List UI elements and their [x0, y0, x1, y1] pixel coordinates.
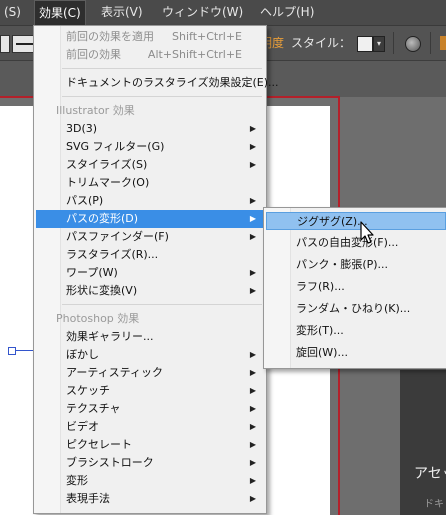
submenu-arrow-icon: ▶ [249, 214, 256, 223]
submenu-arrow-icon: ▶ [249, 124, 256, 133]
menu-item-effect-gallery[interactable]: 効果ギャラリー... [36, 328, 264, 346]
menu-item-pathfinder[interactable]: パスファインダー(F) ▶ [36, 228, 264, 246]
submenu-arrow-icon: ▶ [249, 232, 256, 241]
submenu-arrow-icon: ▶ [249, 458, 256, 467]
align-icon[interactable] [440, 36, 446, 50]
submenu-item-tweak[interactable]: ランダム・ひねり(K)... [266, 300, 446, 318]
menu-item-artistic[interactable]: アーティスティック ▶ [36, 364, 264, 382]
divider [430, 32, 431, 54]
submenu-item-free-distort[interactable]: パスの自由変形(F)... [266, 234, 446, 252]
panel-title: アセッ [414, 466, 446, 482]
menu-item-svg-filter[interactable]: SVG フィルター(G) ▶ [36, 138, 264, 156]
menu-section-header-photoshop: Photoshop 効果 [56, 312, 140, 325]
menu-item-last-effect[interactable]: 前回の効果 Alt+Shift+Ctrl+E [36, 46, 264, 64]
submenu-item-roughen[interactable]: ラフ(R)... [266, 278, 446, 296]
menu-select[interactable]: (S) [0, 0, 25, 25]
menubar: (S) 効果(C) 表示(V) ウィンドウ(W) ヘルプ(H) [0, 0, 446, 26]
menu-effect[interactable]: 効果(C) [34, 0, 86, 25]
menu-section-header-illustrator: Illustrator 効果 [56, 104, 135, 117]
submenu-item-pucker-bloat[interactable]: パンク・膨張(P)... [266, 256, 446, 274]
submenu-item-twist[interactable]: 旋回(W)... [266, 344, 446, 362]
submenu-item-transform[interactable]: 変形(T)... [266, 322, 446, 340]
style-label: スタイル： [291, 36, 352, 50]
panel-subtitle: ドキ [424, 499, 444, 510]
submenu-arrow-icon: ▶ [249, 268, 256, 277]
menu-item-warp[interactable]: ワープ(W) ▶ [36, 264, 264, 282]
submenu-arrow-icon: ▶ [249, 476, 256, 485]
submenu-arrow-icon: ▶ [249, 494, 256, 503]
distort-transform-submenu: ジグザグ(Z)... パスの自由変形(F)... パンク・膨張(P)... ラフ… [263, 207, 446, 369]
menu-separator [62, 96, 262, 97]
submenu-arrow-icon: ▶ [249, 142, 256, 151]
menu-item-stylize[interactable]: スタイライズ(S) ▶ [36, 156, 264, 174]
menu-item-apply-last-effect[interactable]: 前回の効果を適用 Shift+Ctrl+E [36, 28, 264, 46]
menu-item-trim-marks[interactable]: トリムマーク(O) [36, 174, 264, 192]
fill-swatch[interactable] [0, 35, 10, 53]
submenu-arrow-icon: ▶ [249, 386, 256, 395]
submenu-item-zigzag[interactable]: ジグザグ(Z)... [266, 212, 446, 230]
submenu-arrow-icon: ▶ [249, 350, 256, 359]
menu-separator [62, 304, 262, 305]
menu-item-texture[interactable]: テクスチャ ▶ [36, 400, 264, 418]
menu-item-distort-transform[interactable]: パスの変形(D) ▶ [36, 210, 264, 228]
menu-item-pixelate[interactable]: ピクセレート ▶ [36, 436, 264, 454]
menu-item-rasterize[interactable]: ラスタライズ(R)... [36, 246, 264, 264]
submenu-arrow-icon: ▶ [249, 422, 256, 431]
submenu-arrow-icon: ▶ [249, 196, 256, 205]
menu-item-video[interactable]: ビデオ ▶ [36, 418, 264, 436]
menu-item-blur[interactable]: ぼかし ▶ [36, 346, 264, 364]
divider [393, 32, 394, 54]
menu-item-brush-strokes[interactable]: ブラシストローク ▶ [36, 454, 264, 472]
chevron-down-icon[interactable]: ▾ [373, 36, 385, 52]
menu-help[interactable]: ヘルプ(H) [256, 0, 318, 25]
menu-item-sketch[interactable]: スケッチ ▶ [36, 382, 264, 400]
effect-menu: 前回の効果を適用 Shift+Ctrl+E 前回の効果 Alt+Shift+Ct… [33, 25, 278, 514]
menu-separator [62, 68, 262, 69]
mouse-cursor-icon [360, 221, 374, 244]
submenu-arrow-icon: ▶ [249, 440, 256, 449]
menu-item-raster-settings[interactable]: ドキュメントのラスタライズ効果設定(E)... [36, 74, 278, 92]
recolor-artwork-icon[interactable] [405, 36, 421, 52]
submenu-arrow-icon: ▶ [249, 404, 256, 413]
menu-window[interactable]: ウィンドウ(W) [158, 0, 247, 25]
menu-item-3d[interactable]: 3D(3) ▶ [36, 120, 264, 138]
menu-item-convert-to-shape[interactable]: 形状に変換(V) ▶ [36, 282, 264, 300]
graphic-style-swatch[interactable] [357, 36, 373, 52]
submenu-arrow-icon: ▶ [249, 160, 256, 169]
submenu-arrow-icon: ▶ [249, 286, 256, 295]
assets-panel [400, 370, 446, 515]
anchor-point[interactable] [8, 347, 16, 355]
submenu-arrow-icon: ▶ [249, 368, 256, 377]
menu-item-stylize-ps[interactable]: 表現手法 ▶ [36, 490, 264, 508]
menu-item-path[interactable]: パス(P) ▶ [36, 192, 264, 210]
menu-view[interactable]: 表示(V) [97, 0, 147, 25]
menu-item-distort[interactable]: 変形 ▶ [36, 472, 264, 490]
